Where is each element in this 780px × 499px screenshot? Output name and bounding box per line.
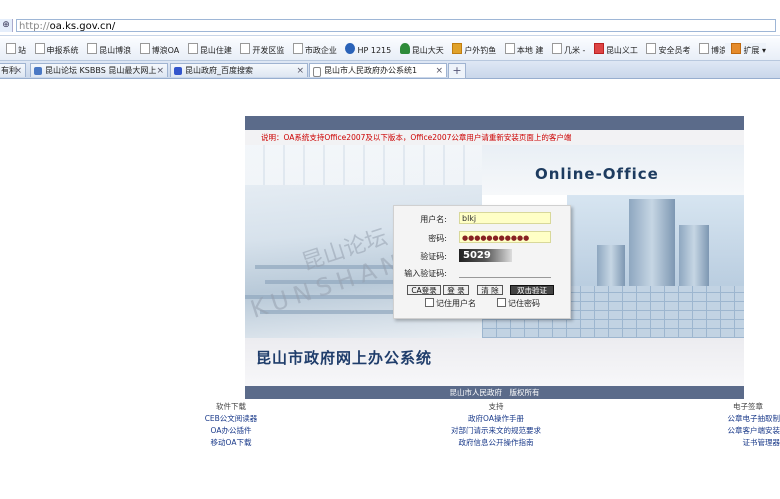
tab[interactable]: 昆山政府_百度搜索 × <box>170 63 308 77</box>
page-icon <box>504 43 515 54</box>
clear-button[interactable]: 清 除 <box>477 285 503 295</box>
captcha-label: 验证码: <box>420 252 447 261</box>
tab-label: 昆山论坛 KSBBS 昆山最大网上 <box>45 66 157 75</box>
bookmark-item[interactable]: 昆山大天 <box>399 43 444 56</box>
password-label: 密码: <box>428 234 447 243</box>
page-icon <box>699 43 710 54</box>
tree-icon <box>399 43 410 54</box>
url-host: oa.ks.gov.cn/ <box>49 21 116 32</box>
bookmarks-bar: 站 申报系统 昆山博浪 博浪OA 昆山住建 开发区监 市政企业 HP 1215 … <box>0 38 780 61</box>
star-icon <box>452 43 463 54</box>
username-label: 用户名: <box>420 215 447 224</box>
brand-logo: Online-Office <box>535 165 659 183</box>
link-cert-manager[interactable]: 证书管理器 <box>716 437 780 449</box>
e-seal-links: 电子签章 公章电子抽取制 公章客户端安装 证书管理器 <box>716 401 780 449</box>
favicon-icon <box>174 67 182 75</box>
link-ceb-reader[interactable]: CEB公文阅读器 <box>190 413 272 425</box>
bookmark-item[interactable]: 户外钓鱼 <box>452 43 496 56</box>
bookmark-item[interactable]: 市政企业 <box>292 43 337 56</box>
bookmark-item[interactable]: 开发区监 <box>240 43 284 56</box>
link-seal-client-install[interactable]: 公章客户端安装 <box>716 425 780 437</box>
grid-icon <box>731 43 742 54</box>
login-button[interactable]: 登 录 <box>443 285 469 295</box>
bookmark-item[interactable]: 站 <box>6 43 26 56</box>
close-icon[interactable]: × <box>14 64 22 77</box>
checkbox[interactable] <box>425 298 434 307</box>
checkbox[interactable] <box>497 298 506 307</box>
link-mobile-oa[interactable]: 移动OA下载 <box>190 437 272 449</box>
top-banner <box>245 116 744 130</box>
notice-text: 说明：OA系统支持Office2007及以下版本，Office2007公章用户请… <box>245 130 744 145</box>
page-icon <box>6 43 16 54</box>
page-icon <box>240 43 251 54</box>
captcha-image[interactable]: 5029 <box>459 249 512 262</box>
bookmark-item[interactable]: 昆山博浪 <box>87 43 131 56</box>
new-tab-button[interactable]: + <box>448 63 466 79</box>
bookmark-item[interactable]: HP 1215 <box>345 43 391 55</box>
favicon-icon <box>34 67 42 75</box>
system-title: 昆山市政府网上办公系统 <box>256 349 433 367</box>
page-icon <box>646 43 657 54</box>
tab[interactable]: 有利 × <box>0 63 26 77</box>
url-prefix: http:// <box>19 21 50 32</box>
page-icon <box>187 43 198 54</box>
address-bar: ⊕ http://oa.ks.gov.cn/ <box>0 17 780 36</box>
links-heading: 电子签章 <box>733 402 763 411</box>
bookmark-item[interactable]: 博浪OA <box>139 43 179 56</box>
captcha-input[interactable] <box>459 267 551 278</box>
close-icon[interactable]: × <box>156 64 164 77</box>
page-icon <box>551 43 562 54</box>
bookmark-item[interactable]: 安全员考 <box>646 43 690 56</box>
tab-label: 昆山政府_百度搜索 <box>185 66 253 75</box>
bookmark-item[interactable]: 申报系统 <box>34 43 79 56</box>
close-icon[interactable]: × <box>296 64 304 77</box>
link-seal-extract[interactable]: 公章电子抽取制 <box>716 413 780 425</box>
close-icon[interactable]: × <box>435 64 443 77</box>
captcha-input-label: 输入验证码: <box>404 269 447 278</box>
bookmark-item[interactable]: 昆山义工 <box>593 43 638 56</box>
site-identity-icon[interactable]: ⊕ <box>0 19 13 32</box>
page-icon <box>313 67 321 77</box>
hp-icon <box>345 43 356 54</box>
links-heading: 软件下载 <box>216 402 246 411</box>
bookmark-item[interactable]: 昆山住建 <box>187 43 232 56</box>
copyright-footer: 昆山市人民政府 版权所有 <box>245 386 744 399</box>
tab-strip: 有利 × 昆山论坛 KSBBS 昆山最大网上 × 昆山政府_百度搜索 × 昆山市人民政… <box>0 61 780 79</box>
link-dept-requirements[interactable]: 对部门请示来文的规范要求 <box>440 425 552 437</box>
remember-password[interactable]: 记住密码 <box>497 298 540 309</box>
remember-username[interactable]: 记住用户名 <box>425 298 476 309</box>
double-click-verify-button[interactable]: 双击验证 <box>510 285 554 295</box>
ca-login-button[interactable]: CA登录 <box>407 285 441 295</box>
link-oa-plugin[interactable]: OA办公插件 <box>190 425 272 437</box>
link-info-disclosure-guide[interactable]: 政府信息公开操作指南 <box>440 437 552 449</box>
url-input[interactable]: http://oa.ks.gov.cn/ <box>16 19 776 32</box>
password-input[interactable]: ●●●●●●●●●●● <box>459 231 551 243</box>
heart-icon <box>593 43 604 54</box>
page-icon <box>87 43 98 54</box>
tab-active[interactable]: 昆山市人民政府办公系统1 × <box>309 63 447 77</box>
page-icon <box>292 43 303 54</box>
page-icon <box>139 43 150 54</box>
username-input[interactable]: blkj <box>459 212 551 224</box>
link-oa-manual[interactable]: 政府OA操作手册 <box>440 413 552 425</box>
bookmark-item[interactable]: 几米 - <box>551 43 585 56</box>
extensions-button[interactable]: 扩展 ▾ <box>725 43 766 56</box>
bookmark-item[interactable]: 本地 建 <box>504 43 543 56</box>
page-icon <box>34 43 45 54</box>
tab[interactable]: 昆山论坛 KSBBS 昆山最大网上 × <box>30 63 168 77</box>
support-links: 支持 政府OA操作手册 对部门请示来文的规范要求 政府信息公开操作指南 <box>440 401 552 449</box>
links-heading: 支持 <box>488 402 504 411</box>
tab-label: 昆山市人民政府办公系统1 <box>324 66 418 75</box>
software-download-links: 软件下载 CEB公文阅读器 OA办公插件 移动OA下载 <box>190 401 272 449</box>
